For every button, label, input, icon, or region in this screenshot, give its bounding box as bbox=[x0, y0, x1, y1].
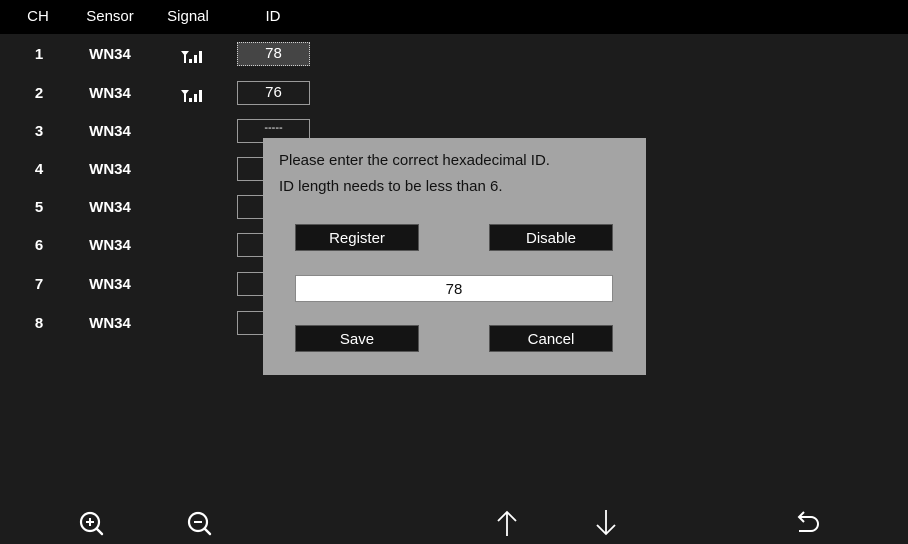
channel-number: 8 bbox=[34, 315, 44, 332]
channel-number: 4 bbox=[34, 161, 44, 178]
channel-number: 3 bbox=[34, 123, 44, 140]
channel-number: 7 bbox=[34, 276, 44, 293]
channel-number: 1 bbox=[34, 46, 44, 63]
id-field[interactable]: 76 bbox=[237, 81, 310, 105]
arrow-up-icon[interactable] bbox=[490, 506, 524, 540]
signal-icon bbox=[178, 87, 208, 103]
channel-number: 6 bbox=[34, 237, 44, 254]
sensor-name: WN34 bbox=[89, 237, 131, 254]
dialog-message-line2: ID length needs to be less than 6. bbox=[279, 178, 503, 195]
register-button[interactable]: Register bbox=[295, 224, 419, 251]
disable-button[interactable]: Disable bbox=[489, 224, 613, 251]
id-field[interactable]: 78 bbox=[237, 42, 310, 66]
channel-number: 2 bbox=[34, 85, 44, 102]
header-signal: Signal bbox=[167, 8, 209, 25]
header-sensor: Sensor bbox=[86, 8, 134, 25]
header-ch: CH bbox=[27, 8, 49, 25]
cancel-button[interactable]: Cancel bbox=[489, 325, 613, 352]
dialog-message-line1: Please enter the correct hexadecimal ID. bbox=[279, 152, 550, 169]
table-row: 2 WN34 76 bbox=[0, 81, 908, 107]
save-button[interactable]: Save bbox=[295, 325, 419, 352]
sensor-name: WN34 bbox=[89, 161, 131, 178]
sensor-name: WN34 bbox=[89, 85, 131, 102]
sensor-name: WN34 bbox=[89, 276, 131, 293]
id-entry-dialog: Please enter the correct hexadecimal ID.… bbox=[263, 138, 646, 375]
sensor-name: WN34 bbox=[89, 315, 131, 332]
id-input[interactable]: 78 bbox=[295, 275, 613, 302]
signal-icon bbox=[178, 48, 208, 64]
table-header: CH Sensor Signal ID bbox=[0, 0, 908, 34]
zoom-out-icon[interactable] bbox=[182, 506, 216, 540]
table-row: 1 WN34 78 bbox=[0, 42, 908, 68]
return-icon[interactable] bbox=[790, 506, 824, 540]
sensor-name: WN34 bbox=[89, 199, 131, 216]
header-id: ID bbox=[265, 8, 281, 25]
sensor-name: WN34 bbox=[89, 46, 131, 63]
arrow-down-icon[interactable] bbox=[589, 506, 623, 540]
channel-number: 5 bbox=[34, 199, 44, 216]
zoom-in-icon[interactable] bbox=[74, 506, 108, 540]
sensor-name: WN34 bbox=[89, 123, 131, 140]
